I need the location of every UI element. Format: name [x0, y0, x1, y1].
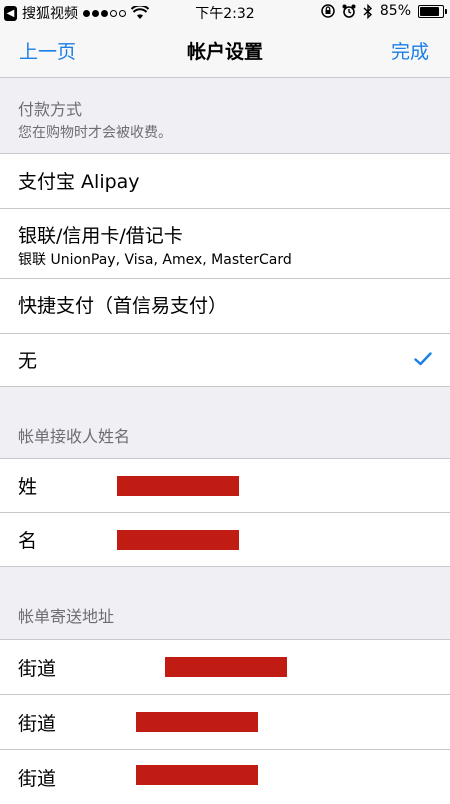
first-name-redacted-value[interactable] [117, 530, 239, 550]
bluetooth-icon [363, 3, 372, 19]
first-name-row[interactable]: 名 [0, 513, 450, 566]
address-section-header: 帐单寄送地址 [18, 607, 115, 626]
payment-options-group: 支付宝 Alipay 银联/信用卡/借记卡 银联 UnionPay, Visa,… [0, 153, 450, 387]
street-label: 街道 [18, 713, 57, 735]
battery-icon [418, 4, 447, 18]
payment-option-sublabel: 银联 UnionPay, Visa, Amex, MasterCard [18, 252, 292, 268]
recipient-section-header: 帐单接收人姓名 [18, 427, 131, 446]
street-row-3[interactable]: 街道 [0, 750, 450, 804]
payment-option-card[interactable]: 银联/信用卡/借记卡 银联 UnionPay, Visa, Amex, Mast… [0, 209, 450, 279]
street-row-2[interactable]: 街道 [0, 695, 450, 750]
street-label: 街道 [18, 658, 57, 680]
navigation-bar: 上一页 帐户设置 完成 [0, 24, 450, 78]
payment-option-label: 支付宝 Alipay [18, 171, 140, 193]
payment-option-label: 银联/信用卡/借记卡 [18, 225, 183, 247]
first-name-label: 名 [18, 530, 38, 552]
last-name-row[interactable]: 姓 [0, 459, 450, 513]
status-right: 85% [321, 3, 447, 19]
street-3-redacted-value[interactable] [136, 765, 258, 785]
payment-section-header: 付款方式 [18, 100, 83, 119]
address-group: 街道 街道 街道 [0, 639, 450, 804]
last-name-label: 姓 [18, 476, 38, 498]
status-bar: ◀ 搜狐视频 下午2:32 85% [0, 0, 450, 24]
payment-option-quickpay[interactable]: 快捷支付（首信易支付） [0, 279, 450, 334]
last-name-redacted-value[interactable] [117, 476, 239, 496]
payment-section-note: 您在购物时才会被收费。 [18, 125, 172, 141]
page-title: 帐户设置 [186, 41, 263, 63]
battery-percent: 85% [379, 3, 411, 19]
alarm-icon [342, 4, 356, 18]
street-label: 街道 [18, 768, 57, 790]
payment-option-label: 快捷支付（首信易支付） [18, 295, 228, 317]
done-button[interactable]: 完成 [391, 37, 429, 64]
street-2-redacted-value[interactable] [136, 712, 258, 732]
rotation-lock-icon [321, 4, 335, 18]
payment-option-label: 无 [18, 350, 38, 372]
payment-option-none[interactable]: 无 [0, 334, 450, 386]
street-row-1[interactable]: 街道 [0, 640, 450, 695]
payment-option-alipay[interactable]: 支付宝 Alipay [0, 154, 450, 209]
recipient-group: 姓 名 [0, 458, 450, 567]
checkmark-icon [414, 352, 432, 366]
street-1-redacted-value[interactable] [165, 657, 287, 677]
